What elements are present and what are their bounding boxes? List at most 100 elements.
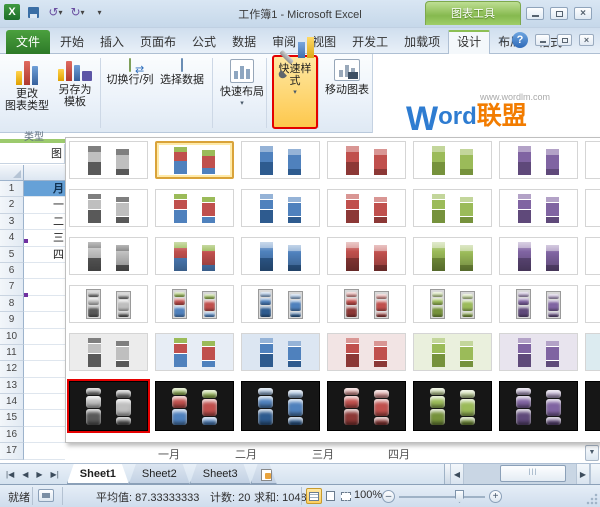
zoom-level[interactable]: 100% bbox=[354, 489, 382, 501]
style-thumbnail-r1c4-red[interactable] bbox=[327, 141, 406, 179]
tab-公式[interactable]: 公式 bbox=[184, 30, 224, 54]
tab-加载项[interactable]: 加载项 bbox=[396, 30, 448, 54]
close-button[interactable]: × bbox=[574, 7, 592, 20]
sheet-tab-sheet2[interactable]: Sheet2 bbox=[129, 464, 190, 484]
zoom-slider-thumb[interactable] bbox=[455, 490, 464, 503]
next-sheet-button[interactable]: ▶ bbox=[36, 470, 42, 479]
style-thumbnail-r3c6-purple[interactable] bbox=[499, 237, 578, 275]
switch-row-column-button[interactable]: ⇄切换行/列 bbox=[104, 56, 156, 130]
style-thumbnail-r3c7-aqua[interactable] bbox=[585, 237, 600, 275]
style-thumbnail-r5c3-blue[interactable] bbox=[241, 333, 320, 371]
quick-styles-button[interactable]: 快速样式▾ bbox=[272, 55, 318, 129]
column-header[interactable] bbox=[24, 165, 66, 181]
style-thumbnail-r1c2-colorful[interactable] bbox=[155, 141, 234, 179]
style-thumbnail-r1c6-purple[interactable] bbox=[499, 141, 578, 179]
style-thumbnail-r5c6-purple[interactable] bbox=[499, 333, 578, 371]
scroll-down-button[interactable]: ▼ bbox=[585, 445, 599, 461]
cell-A1[interactable]: 月 bbox=[24, 181, 66, 197]
save-as-template-button[interactable]: 另存为模板 bbox=[52, 56, 98, 130]
row-header-10[interactable]: 10 bbox=[0, 329, 24, 345]
row-header-15[interactable]: 15 bbox=[0, 410, 24, 426]
tab-开始[interactable]: 开始 bbox=[52, 30, 92, 54]
tab-开发工[interactable]: 开发工 bbox=[344, 30, 396, 54]
style-thumbnail-r5c2-colorful[interactable] bbox=[155, 333, 234, 371]
style-thumbnail-r2c5-green[interactable] bbox=[413, 189, 492, 227]
style-thumbnail-r4c3-blue[interactable] bbox=[241, 285, 320, 323]
cell-A11[interactable] bbox=[24, 345, 66, 361]
cell-A9[interactable] bbox=[24, 312, 66, 328]
row-header-17[interactable]: 17 bbox=[0, 443, 24, 459]
style-thumbnail-r5c1-grayscale[interactable] bbox=[69, 333, 148, 371]
zoom-in-button[interactable]: + bbox=[489, 490, 502, 503]
row-header-11[interactable]: 11 bbox=[0, 345, 24, 361]
tab-file[interactable]: 文件 bbox=[6, 30, 50, 54]
cell-A4[interactable]: 三 bbox=[24, 230, 66, 246]
help-icon[interactable]: ? bbox=[512, 32, 528, 48]
cell-A10[interactable] bbox=[24, 329, 66, 345]
sheet-tab-sheet1[interactable]: Sheet1 bbox=[67, 464, 129, 484]
style-thumbnail-r6c5-green[interactable] bbox=[413, 381, 492, 431]
workbook-close-button[interactable]: × bbox=[579, 34, 594, 46]
style-thumbnail-r4c4-red[interactable] bbox=[327, 285, 406, 323]
cell-A17[interactable] bbox=[24, 443, 66, 459]
restore-button[interactable] bbox=[550, 7, 568, 20]
style-thumbnail-r5c7-aqua[interactable] bbox=[585, 333, 600, 371]
select-all-corner[interactable] bbox=[0, 165, 24, 181]
style-thumbnail-r6c7-aqua[interactable] bbox=[585, 381, 600, 431]
style-thumbnail-r2c1-grayscale[interactable] bbox=[69, 189, 148, 227]
row-header-5[interactable]: 5 bbox=[0, 247, 24, 263]
style-thumbnail-r1c1-grayscale[interactable] bbox=[69, 141, 148, 179]
quick-layout-button[interactable]: 快速布局▾ bbox=[218, 56, 266, 130]
hscroll-left-button[interactable]: ◀ bbox=[450, 464, 464, 484]
hscroll-right-button[interactable]: ▶ bbox=[576, 464, 590, 484]
zoom-slider-track[interactable] bbox=[399, 496, 485, 498]
style-thumbnail-r1c5-green[interactable] bbox=[413, 141, 492, 179]
style-thumbnail-r6c1-grayscale[interactable] bbox=[69, 381, 148, 431]
row-header-4[interactable]: 4 bbox=[0, 230, 24, 246]
style-thumbnail-r4c6-purple[interactable] bbox=[499, 285, 578, 323]
workbook-minimize-button[interactable] bbox=[535, 34, 550, 46]
style-thumbnail-r2c3-blue[interactable] bbox=[241, 189, 320, 227]
style-thumbnail-r3c2-colorful[interactable] bbox=[155, 237, 234, 275]
style-thumbnail-r3c4-red[interactable] bbox=[327, 237, 406, 275]
row-header-6[interactable]: 6 bbox=[0, 263, 24, 279]
style-thumbnail-r4c1-grayscale[interactable] bbox=[69, 285, 148, 323]
row-header-16[interactable]: 16 bbox=[0, 427, 24, 443]
page-layout-view-button[interactable] bbox=[322, 488, 338, 504]
style-thumbnail-r2c6-purple[interactable] bbox=[499, 189, 578, 227]
cell-A3[interactable]: 二 bbox=[24, 214, 66, 230]
tab-页面布[interactable]: 页面布 bbox=[132, 30, 184, 54]
style-thumbnail-r3c5-green[interactable] bbox=[413, 237, 492, 275]
page-break-view-button[interactable] bbox=[338, 488, 354, 504]
select-data-button[interactable]: 选择数据 bbox=[156, 56, 208, 130]
cell-A14[interactable] bbox=[24, 394, 66, 410]
cell-A15[interactable] bbox=[24, 410, 66, 426]
minimize-button[interactable] bbox=[526, 7, 544, 20]
prev-sheet-button[interactable]: ◀ bbox=[22, 470, 28, 479]
style-thumbnail-r4c7-aqua[interactable] bbox=[585, 285, 600, 323]
hscroll-resize-handle[interactable] bbox=[590, 464, 600, 484]
style-thumbnail-r6c6-purple[interactable] bbox=[499, 381, 578, 431]
style-thumbnail-r1c3-blue[interactable] bbox=[241, 141, 320, 179]
style-thumbnail-r6c2-colorful[interactable] bbox=[155, 381, 234, 431]
cell-A8[interactable] bbox=[24, 296, 66, 312]
hscroll-track[interactable] bbox=[464, 464, 576, 484]
style-thumbnail-r4c2-colorful[interactable] bbox=[155, 285, 234, 323]
tab-插入[interactable]: 插入 bbox=[92, 30, 132, 54]
cell-A16[interactable] bbox=[24, 427, 66, 443]
tab-设计[interactable]: 设计 bbox=[448, 30, 490, 54]
style-thumbnail-r2c2-colorful[interactable] bbox=[155, 189, 234, 227]
style-thumbnail-r5c4-red[interactable] bbox=[327, 333, 406, 371]
tab-数据[interactable]: 数据 bbox=[224, 30, 264, 54]
cell-A2[interactable]: 一 bbox=[24, 197, 66, 213]
row-header-1[interactable]: 1 bbox=[0, 181, 24, 197]
name-box[interactable]: 图 bbox=[0, 144, 65, 164]
row-header-14[interactable]: 14 bbox=[0, 394, 24, 410]
row-header-12[interactable]: 12 bbox=[0, 361, 24, 377]
zoom-out-button[interactable]: – bbox=[382, 490, 395, 503]
cell-A13[interactable] bbox=[24, 378, 66, 394]
row-header-8[interactable]: 8 bbox=[0, 296, 24, 312]
cell-A12[interactable] bbox=[24, 361, 66, 377]
row-header-2[interactable]: 2 bbox=[0, 197, 24, 213]
style-thumbnail-r6c3-blue[interactable] bbox=[241, 381, 320, 431]
